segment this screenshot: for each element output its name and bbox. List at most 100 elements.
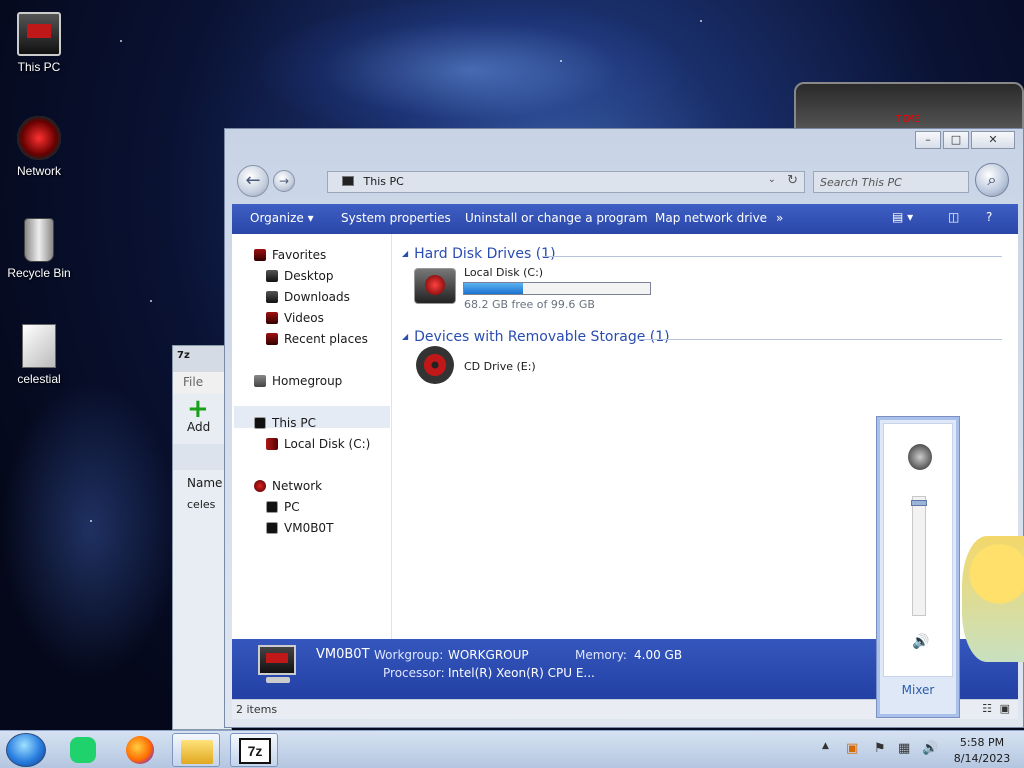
capacity-fill [464,283,523,294]
divider [638,339,1002,340]
processor-label: Processor: [383,666,445,680]
volume-slider[interactable] [911,496,927,616]
notes-app-icon [70,737,96,763]
desktop-icon [266,270,278,282]
help-icon[interactable]: ? [986,210,992,224]
firefox-icon [126,736,154,764]
system-properties-button[interactable]: System properties [341,211,451,225]
volume-panel: 🔊 [883,423,953,677]
taskbar-explorer[interactable] [172,733,220,767]
file-icon [22,324,56,368]
network-tray-icon[interactable]: ▦ [898,741,910,756]
minimize-button[interactable]: – [915,131,941,149]
7zip-window[interactable]: 7z File + Add Name celes [172,345,232,730]
desktop-icon-label: celestial [17,372,61,386]
nav-favorites[interactable]: Favorites [254,248,326,262]
videos-icon [266,312,278,324]
nav-vm0b0t[interactable]: VM0B0T [266,521,333,535]
capacity-bar [463,282,651,295]
close-button[interactable]: ✕ [971,131,1015,149]
chevron-down-icon[interactable]: ⌄ [768,174,776,185]
menu-file[interactable]: File [173,372,231,394]
show-hidden-icons[interactable]: ▲ [822,741,829,751]
nav-this-pc[interactable]: This PC [254,416,316,430]
clock[interactable]: 5:58 PM 8/14/2023 [944,735,1020,767]
taskbar-7zip[interactable]: 7z [230,733,278,767]
search-icon[interactable]: ⌕ [975,163,1009,197]
group-header-removable[interactable]: ◢ Devices with Removable Storage (1) [402,329,670,345]
map-network-drive-button[interactable]: Map network drive [655,211,767,225]
favorites-star-icon [254,249,266,261]
column-name[interactable]: Name [173,470,231,496]
nav-pc[interactable]: PC [266,500,300,514]
details-view-icon[interactable]: ☷ [982,702,992,715]
command-bar: Organize ▾ System properties Uninstall o… [232,204,1018,234]
nav-recent-places[interactable]: Recent places [266,332,368,346]
clock-date: 8/14/2023 [953,752,1011,765]
refresh-icon[interactable]: ↻ [787,173,798,188]
speaker-icon[interactable]: 🔊 [912,634,929,650]
network-icon [254,480,266,492]
7zip-title-icon: 7z [173,346,231,372]
preview-pane-icon[interactable]: ◫ [948,210,959,224]
homegroup-icon [254,375,266,387]
start-button[interactable] [6,733,46,767]
clock-gadget[interactable]: TIME [794,82,1024,132]
back-button[interactable]: ← [237,165,269,197]
maximize-button[interactable]: □ [943,131,969,149]
drive-free-space: 68.2 GB free of 99.6 GB [464,298,595,311]
group-header-hdd[interactable]: ◢ Hard Disk Drives (1) [402,246,556,262]
taskbar-app-green[interactable] [58,733,106,767]
nav-desktop[interactable]: Desktop [266,269,334,283]
volume-slider-thumb[interactable] [911,500,927,507]
folder-icon [181,740,213,764]
nav-network[interactable]: Network [254,479,322,493]
taskbar-firefox[interactable] [116,733,164,767]
taskbar: 7z ▲ ▣ ⚑ ▦ 🔊 5:58 PM 8/14/2023 [0,730,1024,768]
drive-icon [266,438,278,450]
downloads-icon [266,291,278,303]
volume-flyout: 🔊 Mixer [876,416,960,718]
7zip-icon: 7z [239,738,271,764]
more-commands-button[interactable]: » [776,211,783,225]
title-bar[interactable]: – □ ✕ [225,129,1023,157]
large-icons-view-icon[interactable]: ▣ [1000,702,1010,715]
nav-downloads[interactable]: Downloads [266,290,350,304]
navigation-bar: ← → This PC ⌄ ↻ Search This PC ⌕ [225,157,1023,203]
add-button[interactable]: + Add [173,394,231,438]
recycle-bin-icon [24,218,54,262]
search-input[interactable]: Search This PC [813,171,969,193]
desktop-icon-network[interactable]: Network [0,116,78,178]
computer-icon [17,12,61,56]
mixer-link[interactable]: Mixer [877,683,959,697]
volume-tray-icon[interactable]: 🔊 [922,741,938,756]
character-sticker [962,536,1024,662]
forward-button[interactable]: → [273,170,295,192]
desktop-icon-this-pc[interactable]: This PC [0,12,78,74]
address-bar[interactable]: This PC ⌄ ↻ [327,171,805,193]
desktop-icon-celestial[interactable]: celestial [0,324,78,386]
list-item[interactable]: celes [173,496,231,513]
nav-homegroup[interactable]: Homegroup [254,374,342,388]
item-count: 2 items [236,703,278,716]
workgroup-value: WORKGROUP [448,648,529,662]
tray-app-icon[interactable]: ▣ [846,741,858,756]
action-center-flag-icon[interactable]: ⚑ [874,741,886,756]
hard-drive-icon [414,268,456,304]
7zip-toolbar [173,444,231,470]
computer-icon [266,522,278,534]
workgroup-label: Workgroup: [374,648,444,662]
speaker-device-icon[interactable] [908,444,932,470]
gadget-text: TIME [896,114,921,125]
nav-videos[interactable]: Videos [266,311,324,325]
plus-icon: + [187,394,209,424]
nav-local-disk[interactable]: Local Disk (C:) [266,437,370,451]
view-options-icon[interactable]: ▤ ▾ [892,210,913,224]
organize-button[interactable]: Organize ▾ [250,211,314,225]
desktop-icon-recycle-bin[interactable]: Recycle Bin [0,218,78,280]
drive-name: CD Drive (E:) [464,360,536,373]
uninstall-program-button[interactable]: Uninstall or change a program [465,211,648,225]
recent-places-icon [266,333,278,345]
desktop-icon-label: This PC [17,60,61,74]
computer-name: VM0B0T [316,647,370,662]
